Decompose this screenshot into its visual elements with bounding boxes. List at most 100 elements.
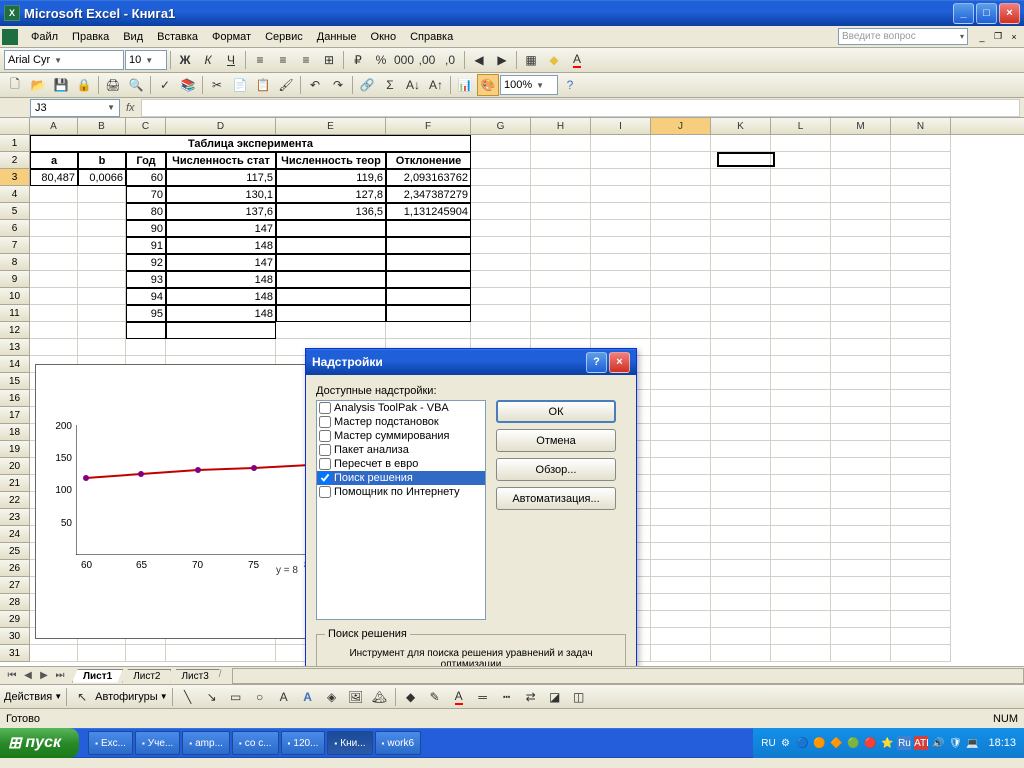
cell[interactable] <box>831 322 891 339</box>
cell[interactable] <box>771 424 831 441</box>
cell[interactable] <box>831 526 891 543</box>
cell[interactable] <box>591 220 651 237</box>
cell[interactable] <box>891 135 951 152</box>
cell[interactable] <box>711 203 771 220</box>
cell[interactable] <box>471 169 531 186</box>
cell[interactable] <box>831 475 891 492</box>
italic-button[interactable]: К <box>197 49 219 71</box>
line-color-button[interactable]: ✎ <box>424 686 446 708</box>
row-header[interactable]: 1 <box>0 135 30 152</box>
cell[interactable] <box>711 560 771 577</box>
cell[interactable] <box>711 458 771 475</box>
taskbar-item[interactable]: ▪со с... <box>232 731 279 755</box>
menu-data[interactable]: Данные <box>310 29 364 45</box>
cell[interactable] <box>30 645 78 662</box>
tray-icon[interactable]: 🔶 <box>829 736 843 750</box>
cell[interactable] <box>831 254 891 271</box>
cell[interactable] <box>891 407 951 424</box>
addin-item[interactable]: Поиск решения <box>317 471 485 485</box>
column-header[interactable]: A <box>30 118 78 134</box>
cell[interactable] <box>771 390 831 407</box>
row-header[interactable]: 5 <box>0 203 30 220</box>
column-header[interactable]: J <box>651 118 711 134</box>
cell[interactable] <box>651 152 711 169</box>
fontsize-combo[interactable]: 10▼ <box>125 50 167 70</box>
cell[interactable] <box>831 611 891 628</box>
tray-icon[interactable]: Ru <box>897 736 911 750</box>
rectangle-button[interactable]: ▭ <box>225 686 247 708</box>
cell[interactable] <box>591 203 651 220</box>
menu-insert[interactable]: Вставка <box>150 29 205 45</box>
cell[interactable] <box>891 322 951 339</box>
cell[interactable] <box>651 407 711 424</box>
cell[interactable] <box>651 339 711 356</box>
cell[interactable] <box>891 339 951 356</box>
increase-decimal-button[interactable]: ,00 <box>416 49 438 71</box>
addin-item[interactable]: Мастер подстановок <box>317 415 485 429</box>
cell[interactable] <box>78 254 126 271</box>
cell[interactable] <box>711 254 771 271</box>
row-header[interactable]: 12 <box>0 322 30 339</box>
row-header[interactable]: 7 <box>0 237 30 254</box>
sort-desc-button[interactable]: A↑ <box>425 74 447 96</box>
textbox-button[interactable]: A <box>273 686 295 708</box>
row-header[interactable]: 25 <box>0 543 30 560</box>
cell[interactable] <box>30 339 78 356</box>
cell[interactable] <box>831 339 891 356</box>
menu-edit[interactable]: Правка <box>65 29 116 45</box>
cell[interactable] <box>651 543 711 560</box>
taskbar-item[interactable]: ▪120... <box>281 731 326 755</box>
cell[interactable] <box>891 373 951 390</box>
column-header[interactable]: B <box>78 118 126 134</box>
addin-checkbox[interactable] <box>319 472 331 484</box>
dialog-close-button[interactable]: × <box>609 352 630 373</box>
print-button[interactable]: 🖨 <box>102 74 124 96</box>
maximize-button[interactable]: □ <box>976 3 997 24</box>
cell[interactable] <box>771 628 831 645</box>
cell[interactable] <box>651 509 711 526</box>
cell[interactable] <box>711 271 771 288</box>
decrease-decimal-button[interactable]: ,0 <box>439 49 461 71</box>
cell[interactable] <box>166 339 276 356</box>
cell[interactable] <box>711 288 771 305</box>
cell[interactable]: Таблица эксперимента <box>30 135 471 152</box>
cell[interactable]: b <box>78 152 126 169</box>
cell[interactable]: Численность стат <box>166 152 276 169</box>
cell[interactable]: 94 <box>126 288 166 305</box>
cell[interactable] <box>78 322 126 339</box>
zoom-combo[interactable]: 100%▼ <box>500 75 558 95</box>
row-header[interactable]: 11 <box>0 305 30 322</box>
cell[interactable] <box>891 645 951 662</box>
cell[interactable] <box>771 543 831 560</box>
row-header[interactable]: 20 <box>0 458 30 475</box>
row-header[interactable]: 6 <box>0 220 30 237</box>
picture-button[interactable]: 🏔 <box>369 686 391 708</box>
row-header[interactable]: 22 <box>0 492 30 509</box>
menu-tools[interactable]: Сервис <box>258 29 310 45</box>
cell[interactable] <box>78 220 126 237</box>
cell[interactable] <box>78 237 126 254</box>
addin-item[interactable]: Пакет анализа <box>317 443 485 457</box>
cell[interactable] <box>531 305 591 322</box>
preview-button[interactable]: 🔍 <box>125 74 147 96</box>
cell[interactable] <box>891 271 951 288</box>
cell[interactable] <box>471 135 531 152</box>
taskbar-item[interactable]: ▪Кни... <box>327 731 372 755</box>
cell[interactable] <box>831 271 891 288</box>
tray-icon[interactable]: 💻 <box>965 736 979 750</box>
cell[interactable] <box>771 288 831 305</box>
cell[interactable] <box>651 560 711 577</box>
cell[interactable] <box>891 509 951 526</box>
row-header[interactable]: 15 <box>0 373 30 390</box>
row-header[interactable]: 4 <box>0 186 30 203</box>
cell[interactable]: 92 <box>126 254 166 271</box>
cell[interactable] <box>831 186 891 203</box>
cell[interactable] <box>891 424 951 441</box>
cell[interactable] <box>531 135 591 152</box>
cell[interactable] <box>711 594 771 611</box>
cell[interactable] <box>771 271 831 288</box>
cell[interactable] <box>471 220 531 237</box>
row-header[interactable]: 18 <box>0 424 30 441</box>
tray-icon[interactable]: ⭐ <box>880 736 894 750</box>
bold-button[interactable]: Ж <box>174 49 196 71</box>
